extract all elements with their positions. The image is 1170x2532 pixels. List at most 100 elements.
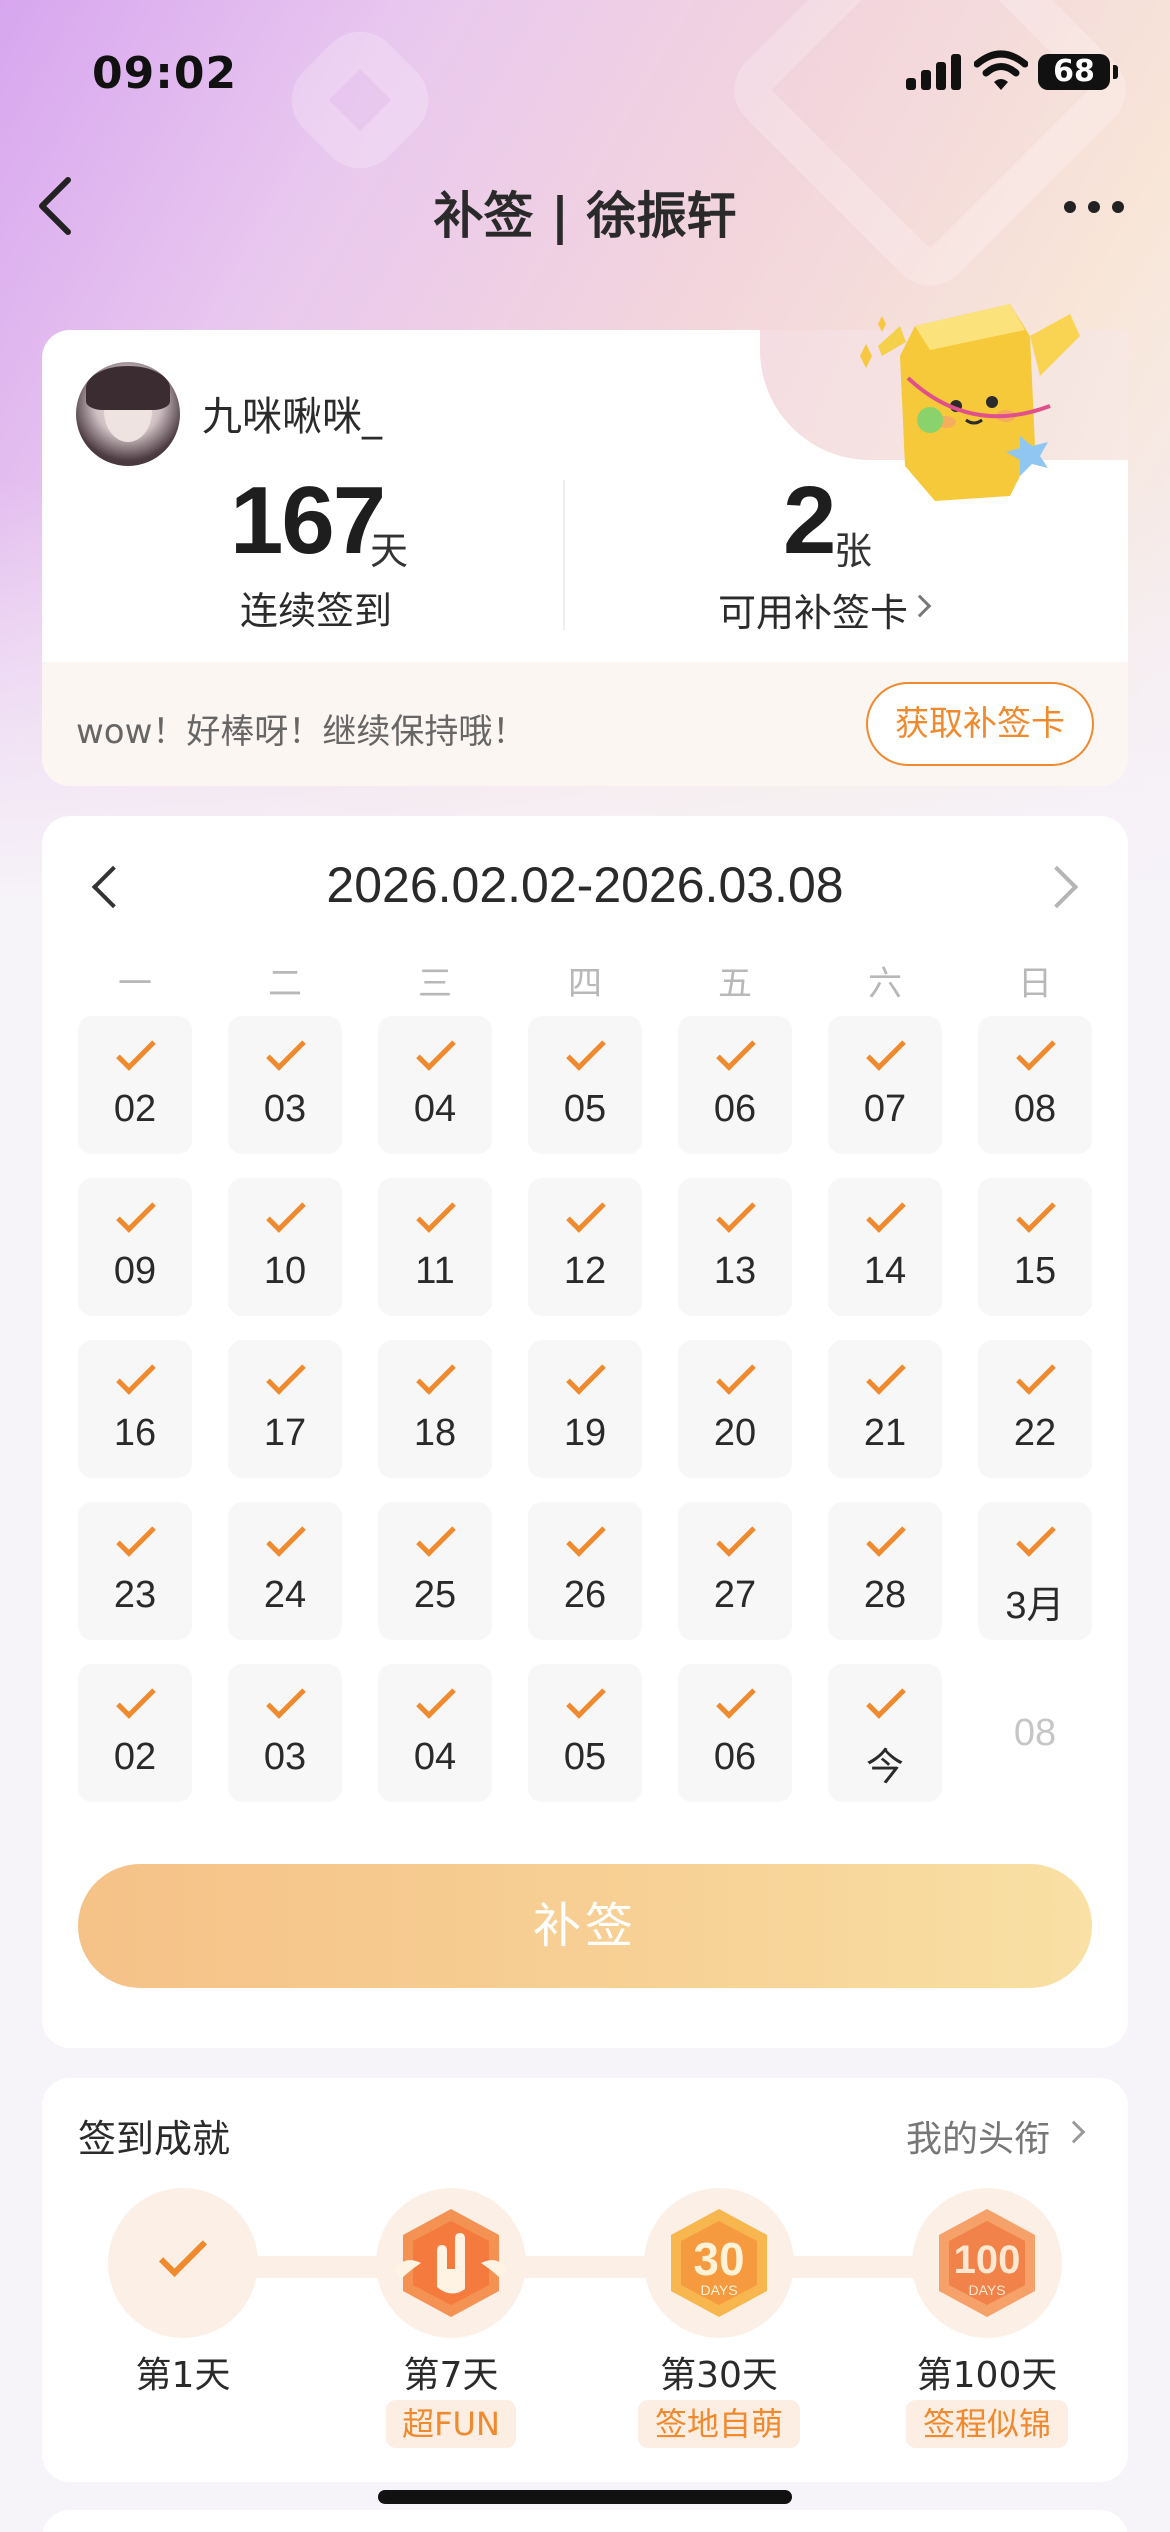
calendar-day-checked[interactable]: 05 [528, 1664, 642, 1802]
check-icon [716, 1679, 756, 1719]
calendar-day-label: 12 [563, 1250, 607, 1292]
calendar-day-label: 25 [413, 1574, 457, 1616]
calendar-range: 2026.02.02-2026.03.08 [326, 857, 844, 913]
achievement-badge-day7[interactable] [376, 2188, 526, 2338]
calendar-day-checked[interactable]: 今 [828, 1664, 942, 1802]
calendar-day-future[interactable]: 08 [978, 1664, 1092, 1802]
check-icon [116, 1031, 156, 1071]
achievement-day-label: 第30天 [660, 2355, 778, 2396]
calendar-day-checked[interactable]: 10 [228, 1178, 342, 1316]
calendar-day-checked[interactable]: 04 [378, 1664, 492, 1802]
calendar-day-checked[interactable]: 19 [528, 1340, 642, 1478]
calendar-day-label: 13 [713, 1250, 757, 1292]
achievement-badge-day30[interactable]: 30 DAYS [644, 2188, 794, 2338]
my-titles-link[interactable]: 我的头衔 [906, 2110, 1050, 2162]
calendar-day-label: 24 [263, 1574, 307, 1616]
check-icon [716, 1355, 756, 1395]
calendar-day-label: 18 [413, 1412, 457, 1454]
calendar-day-checked[interactable]: 24 [228, 1502, 342, 1640]
calendar-day-checked[interactable]: 03 [228, 1016, 342, 1154]
calendar-day-checked[interactable]: 02 [78, 1016, 192, 1154]
check-icon [266, 1193, 306, 1233]
svg-text:DAYS: DAYS [700, 2282, 737, 2298]
svg-text:DAYS: DAYS [968, 2282, 1005, 2298]
battery-icon: 68 [1038, 54, 1118, 90]
calendar-day-checked[interactable]: 20 [678, 1340, 792, 1478]
calendar-day-checked[interactable]: 06 [678, 1664, 792, 1802]
calendar-day-checked[interactable]: 16 [78, 1340, 192, 1478]
achievement-title-tag: 超FUN [386, 2400, 516, 2448]
check-icon [416, 1355, 456, 1395]
achievement-badge-day100[interactable]: 100 DAYS [912, 2188, 1062, 2338]
check-icon [566, 1193, 606, 1233]
achievement-progress-line [180, 2256, 980, 2278]
check-icon [566, 1679, 606, 1719]
avatar[interactable] [76, 362, 180, 466]
calendar-day-label: 05 [563, 1736, 607, 1778]
rock-hand-badge-icon [395, 2209, 507, 2317]
calendar-day-checked[interactable]: 18 [378, 1340, 492, 1478]
calendar-day-checked[interactable]: 28 [828, 1502, 942, 1640]
calendar-day-checked[interactable]: 25 [378, 1502, 492, 1640]
calendar-day-checked[interactable]: 21 [828, 1340, 942, 1478]
check-icon [866, 1031, 906, 1071]
resign-card-link[interactable]: 可用补签卡 [718, 582, 908, 637]
stat-divider [563, 480, 565, 630]
calendar-day-checked[interactable]: 09 [78, 1178, 192, 1316]
streak-label: 连续签到 [240, 589, 393, 633]
encourage-text: wow！好棒呀！继续保持哦！ [76, 712, 527, 752]
calendar-day-checked[interactable]: 12 [528, 1178, 642, 1316]
achievement-badge-day1[interactable] [108, 2188, 258, 2338]
calendar-day-label: 03 [263, 1736, 307, 1778]
check-icon [266, 1355, 306, 1395]
calendar-day-checked[interactable]: 23 [78, 1502, 192, 1640]
calendar-day-label: 08 [1013, 1712, 1057, 1754]
resign-button[interactable]: 补签 [78, 1864, 1092, 1988]
achievement-title-tag: 签地自萌 [638, 2400, 800, 2448]
weekday-label: 一 [118, 964, 152, 1004]
weekday-label: 日 [1018, 964, 1052, 1004]
check-icon [566, 1355, 606, 1395]
calendar-day-checked[interactable]: 03 [228, 1664, 342, 1802]
calendar-day-label: 10 [263, 1250, 307, 1292]
calendar-day-label: 03 [263, 1088, 307, 1130]
calendar-day-checked[interactable]: 11 [378, 1178, 492, 1316]
calendar-day-checked[interactable]: 15 [978, 1178, 1092, 1316]
calendar-day-checked[interactable]: 27 [678, 1502, 792, 1640]
calendar-day-label: 17 [263, 1412, 307, 1454]
check-icon [866, 1679, 906, 1719]
calendar-day-checked[interactable]: 14 [828, 1178, 942, 1316]
weekday-label: 五 [718, 964, 752, 1004]
check-icon [566, 1031, 606, 1071]
calendar-day-checked[interactable]: 08 [978, 1016, 1092, 1154]
get-resign-card-button[interactable]: 获取补签卡 [866, 682, 1094, 766]
calendar-day-checked[interactable]: 3月 [978, 1502, 1092, 1640]
resign-card-count: 2 [783, 467, 836, 574]
calendar-day-label: 20 [713, 1412, 757, 1454]
calendar-day-label: 22 [1013, 1412, 1057, 1454]
cellular-signal-icon [906, 54, 962, 90]
check-icon [116, 1355, 156, 1395]
calendar-day-checked[interactable]: 22 [978, 1340, 1092, 1478]
achievements-title: 签到成就 [78, 2117, 231, 2161]
calendar-day-checked[interactable]: 04 [378, 1016, 492, 1154]
calendar-day-checked[interactable]: 13 [678, 1178, 792, 1316]
more-options-button[interactable] [1058, 196, 1128, 216]
calendar-day-checked[interactable]: 17 [228, 1340, 342, 1478]
achievement-day-label: 第1天 [135, 2355, 231, 2396]
check-icon [266, 1679, 306, 1719]
status-time: 09:02 [92, 48, 238, 99]
calendar-day-label: 07 [863, 1088, 907, 1130]
calendar-day-checked[interactable]: 06 [678, 1016, 792, 1154]
page-title: 补签 | 徐振轩 [433, 187, 737, 245]
calendar-day-checked[interactable]: 26 [528, 1502, 642, 1640]
svg-text:100: 100 [954, 2238, 1021, 2282]
calendar-day-label: 16 [113, 1412, 157, 1454]
calendar-day-checked[interactable]: 05 [528, 1016, 642, 1154]
check-icon [1016, 1031, 1056, 1071]
calendar-day-checked[interactable]: 02 [78, 1664, 192, 1802]
check-icon [266, 1517, 306, 1557]
calendar-day-checked[interactable]: 07 [828, 1016, 942, 1154]
check-icon [866, 1355, 906, 1395]
check-icon [416, 1193, 456, 1233]
